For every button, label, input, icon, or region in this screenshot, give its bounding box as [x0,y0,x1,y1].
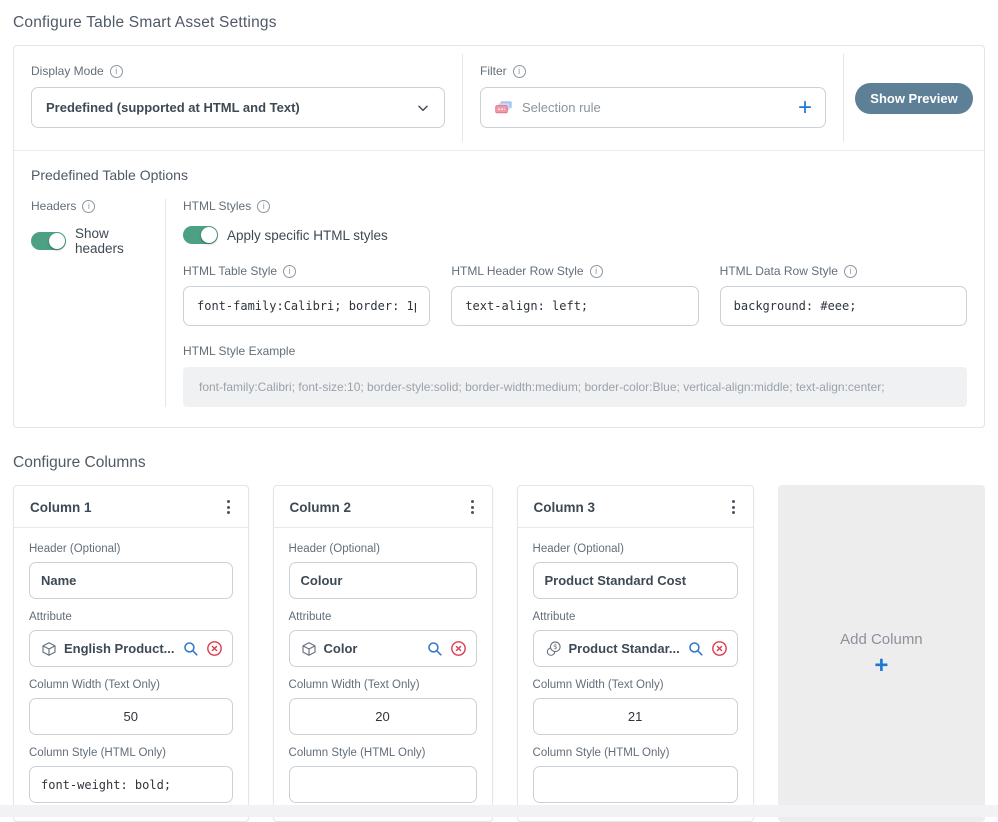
attribute-picker[interactable]: Color [289,630,477,667]
column-width-label: Column Width (Text Only) [289,679,477,691]
cube-icon [301,641,317,657]
filter-selection-rule-box[interactable]: Selection rule + [480,87,826,128]
attribute-value: English Product... [64,641,175,656]
kebab-menu-icon[interactable] [467,498,478,516]
settings-panel: Display Mode i Predefined (supported at … [13,45,985,428]
add-column-label: Add Column [840,631,923,648]
html-header-row-style-input[interactable] [451,286,698,326]
svg-text:$: $ [553,643,557,651]
coins-icon: $ [545,640,562,657]
filter-label-row: Filter i [480,64,826,78]
info-icon[interactable]: i [257,200,270,213]
column-style-label: Column Style (HTML Only) [533,747,738,759]
headers-label-row: Headers i [31,199,155,213]
header-input[interactable] [289,562,477,599]
html-data-row-style-label: HTML Data Row Style [720,264,838,278]
header-optional-label: Header (Optional) [29,543,233,555]
header-optional-label: Header (Optional) [533,543,738,555]
predefined-options-title: Predefined Table Options [31,167,967,183]
display-mode-label-row: Display Mode i [31,64,445,78]
add-column-plus-icon: + [874,656,888,676]
html-style-example-text: font-family:Calibri; font-size:10; borde… [183,367,967,407]
column-style-input[interactable] [533,766,738,803]
html-table-style-label-row: HTML Table Style i [183,264,430,278]
info-icon[interactable]: i [844,265,857,278]
html-table-style-input[interactable] [183,286,430,326]
configure-columns-title: Configure Columns [13,454,985,472]
attribute-label: Attribute [29,611,233,623]
add-filter-icon[interactable]: + [798,98,812,118]
html-table-style-label: HTML Table Style [183,264,277,278]
show-preview-button[interactable]: Show Preview [855,83,972,114]
column-card-3: Column 3 Header (Optional) Attribute $ P… [517,485,754,822]
page-title: Configure Table Smart Asset Settings [13,14,985,32]
info-icon[interactable]: i [513,65,526,78]
kebab-menu-icon[interactable] [223,498,234,516]
filter-label: Filter [480,64,507,78]
attribute-picker[interactable]: English Product... [29,630,233,667]
attribute-label: Attribute [289,611,477,623]
attribute-picker[interactable]: $ Product Standar... [533,630,738,667]
filter-placeholder: Selection rule [522,100,789,115]
column-width-label: Column Width (Text Only) [29,679,233,691]
column-style-input[interactable] [289,766,477,803]
headers-label: Headers [31,199,76,213]
column-width-input[interactable] [533,698,738,735]
column-card-title: Column 2 [290,500,352,515]
remove-attribute-icon[interactable] [711,640,728,657]
selection-rule-icon [494,100,513,115]
remove-attribute-icon[interactable] [206,640,223,657]
display-mode-select[interactable]: Predefined (supported at HTML and Text) [31,87,445,128]
kebab-menu-icon[interactable] [728,498,739,516]
column-card-1: Column 1 Header (Optional) Attribute Eng… [13,485,249,822]
search-icon[interactable] [687,640,704,657]
html-data-row-style-input[interactable] [720,286,967,326]
html-data-row-style-label-row: HTML Data Row Style i [720,264,967,278]
display-mode-label: Display Mode [31,64,104,78]
html-header-row-style-label-row: HTML Header Row Style i [451,264,698,278]
page-footer-strip [0,805,998,817]
column-style-label: Column Style (HTML Only) [29,747,233,759]
show-headers-toggle[interactable] [31,232,66,250]
column-style-label: Column Style (HTML Only) [289,747,477,759]
search-icon[interactable] [426,640,443,657]
info-icon[interactable]: i [283,265,296,278]
column-width-input[interactable] [289,698,477,735]
info-icon[interactable]: i [590,265,603,278]
display-mode-value: Predefined (supported at HTML and Text) [46,100,416,115]
column-card-title: Column 1 [30,500,92,515]
attribute-value: Product Standar... [569,641,680,656]
info-icon[interactable]: i [82,200,95,213]
apply-html-styles-toggle[interactable] [183,226,218,244]
chevron-down-icon [416,101,430,115]
html-style-example-label: HTML Style Example [183,344,967,358]
header-input[interactable] [533,562,738,599]
column-card-title: Column 3 [534,500,596,515]
attribute-value: Color [324,641,419,656]
remove-attribute-icon[interactable] [450,640,467,657]
column-card-2: Column 2 Header (Optional) Attribute Col… [273,485,493,822]
search-icon[interactable] [182,640,199,657]
cube-icon [41,641,57,657]
show-headers-toggle-row: Show headers [31,226,155,256]
apply-html-styles-toggle-row: Apply specific HTML styles [183,226,967,244]
column-width-label: Column Width (Text Only) [533,679,738,691]
show-headers-toggle-label: Show headers [75,226,155,256]
html-styles-label-row: HTML Styles i [183,199,967,213]
html-styles-label: HTML Styles [183,199,251,213]
header-input[interactable] [29,562,233,599]
column-width-input[interactable] [29,698,233,735]
attribute-label: Attribute [533,611,738,623]
info-icon[interactable]: i [110,65,123,78]
html-header-row-style-label: HTML Header Row Style [451,264,583,278]
header-optional-label: Header (Optional) [289,543,477,555]
column-style-input[interactable] [29,766,233,803]
add-column-button[interactable]: Add Column + [778,485,985,822]
apply-html-styles-toggle-label: Apply specific HTML styles [227,228,388,243]
